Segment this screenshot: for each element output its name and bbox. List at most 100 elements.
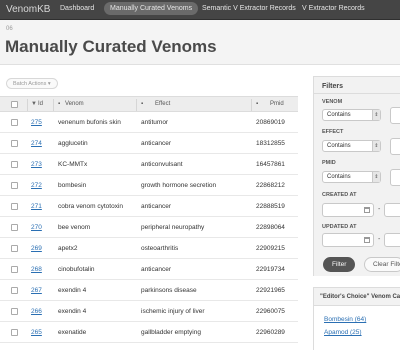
nav-semantic-v-extractor-records[interactable]: Semantic V Extractor Records [202, 5, 296, 12]
row-venom: cinobufotalin [58, 266, 95, 273]
table-row[interactable]: 269 apetx2 osteoarthritis 22909215 [0, 238, 298, 259]
venom-filter-input[interactable] [390, 107, 400, 124]
row-pmid: 22909215 [256, 245, 285, 252]
row-pmid: 22898064 [256, 224, 285, 231]
row-effect: gallbladder emptying [141, 329, 201, 336]
row-id-link[interactable]: 267 [31, 287, 42, 294]
table-row[interactable]: 272 bombesin growth hormone secretion 22… [0, 175, 298, 196]
row-effect: ischemic injury of liver [141, 308, 205, 315]
pmid-filter-operator-select[interactable]: Contains ⇕ [322, 171, 381, 183]
row-venom: exenatide [58, 329, 87, 336]
row-checkbox[interactable] [11, 329, 18, 336]
effect-filter-operator-value: Contains [327, 143, 351, 149]
row-checkbox[interactable] [11, 266, 18, 273]
table-row[interactable]: 270 bee venom peripheral neuropathy 2289… [0, 217, 298, 238]
calendar-icon[interactable] [364, 237, 370, 243]
row-pmid: 16457861 [256, 161, 285, 168]
select-all-checkbox[interactable] [11, 101, 18, 108]
table-row[interactable]: 266 exendin 4 ischemic injury of liver 2… [0, 301, 298, 322]
range-separator: - [378, 236, 381, 243]
venom-filter-operator-select[interactable]: Contains ⇕ [322, 109, 381, 121]
row-effect: growth hormone secretion [141, 182, 217, 189]
row-id-link[interactable]: 272 [31, 182, 42, 189]
row-pmid: 22960075 [256, 308, 285, 315]
breadcrumb[interactable]: 06 [6, 26, 13, 32]
effect-filter-input[interactable] [390, 138, 400, 155]
created-at-to-date[interactable] [384, 203, 400, 217]
row-id-link[interactable]: 269 [31, 245, 42, 252]
effect-filter-operator-select[interactable]: Contains ⇕ [322, 140, 381, 152]
column-header-venom[interactable]: Venom [65, 101, 84, 107]
table-row[interactable]: 271 cobra venom cytotoxin anticancer 228… [0, 196, 298, 217]
updated-at-from-date[interactable] [322, 233, 374, 247]
row-effect: anticonvulsant [141, 161, 183, 168]
divider [314, 93, 400, 94]
row-venom: bombesin [58, 182, 87, 189]
column-header-effect[interactable]: Effect [155, 101, 170, 107]
venom-filter-label: VENOM [322, 99, 343, 105]
row-checkbox[interactable] [11, 161, 18, 168]
column-header-id[interactable]: Id [38, 101, 43, 107]
created-at-from-date[interactable] [322, 203, 374, 217]
row-venom: bee venom [58, 224, 91, 231]
column-divider [136, 99, 137, 111]
row-id-link[interactable]: 268 [31, 266, 42, 273]
pmid-filter-label: PMID [322, 160, 336, 166]
row-checkbox[interactable] [11, 140, 18, 147]
row-id-link[interactable]: 266 [31, 308, 42, 315]
pmid-filter-input[interactable] [390, 169, 400, 186]
nav-manually-curated-venoms[interactable]: Manually Curated Venoms [104, 2, 199, 15]
row-checkbox[interactable] [11, 224, 18, 231]
row-checkbox[interactable] [11, 308, 18, 315]
filter-button[interactable]: Filter [323, 257, 356, 272]
table-row[interactable]: 267 exendin 4 parkinsons disease 2292196… [0, 280, 298, 301]
sort-down-icon[interactable]: ▼ [31, 101, 37, 107]
row-checkbox[interactable] [11, 203, 18, 210]
row-id-link[interactable]: 275 [31, 119, 42, 126]
row-id-link[interactable]: 271 [31, 203, 42, 210]
row-checkbox[interactable] [11, 119, 18, 126]
row-effect: anticancer [141, 203, 171, 210]
column-header-pmid[interactable]: Pmid [270, 101, 284, 107]
sort-icon: ▪ [256, 101, 259, 107]
row-effect: anticancer [141, 266, 171, 273]
row-id-link[interactable]: 270 [31, 224, 42, 231]
calendar-icon[interactable] [364, 207, 370, 213]
editors-choice-title: "Editor's Choice" Venom Categories [314, 288, 400, 306]
row-effect: peripheral neuropathy [141, 224, 205, 231]
nav-dashboard[interactable]: Dashboard [60, 5, 94, 12]
batch-actions-button[interactable]: Batch Actions ▾ [6, 78, 58, 89]
row-checkbox[interactable] [11, 245, 18, 252]
effect-filter-label: EFFECT [322, 129, 344, 135]
table-header: ▼ Id ▪ Venom ▪ Effect ▪ Pmid [0, 96, 298, 112]
row-pmid: 22921965 [256, 287, 285, 294]
row-checkbox[interactable] [11, 182, 18, 189]
editors-choice-panel: "Editor's Choice" Venom Categories Bombe… [313, 287, 400, 350]
page-header: 06 Manually Curated Venoms [0, 20, 400, 65]
table-row[interactable]: 265 exenatide gallbladder emptying 22960… [0, 322, 298, 343]
row-id-link[interactable]: 274 [31, 140, 42, 147]
row-pmid: 22868212 [256, 182, 285, 189]
nav-v-extractor-records[interactable]: V Extractor Records [302, 5, 365, 12]
row-pmid: 22888519 [256, 203, 285, 210]
brand-logo[interactable]: VenomKB [6, 4, 50, 15]
row-effect: anticancer [141, 140, 171, 147]
table-row[interactable]: 274 agglucetin anticancer 18312855 [0, 133, 298, 154]
table-row[interactable]: 273 KC-MMTx anticonvulsant 16457861 [0, 154, 298, 175]
row-id-link[interactable]: 273 [31, 161, 42, 168]
updated-at-to-date[interactable] [384, 233, 400, 247]
row-effect: parkinsons disease [141, 287, 197, 294]
row-id-link[interactable]: 265 [31, 329, 42, 336]
row-venom: cobra venom cytotoxin [58, 203, 124, 210]
row-venom: apetx2 [58, 245, 78, 252]
row-pmid: 20869019 [256, 119, 285, 126]
created-at-label: CREATED AT [322, 192, 357, 198]
row-checkbox[interactable] [11, 287, 18, 294]
venom-filter-operator-value: Contains [327, 112, 351, 118]
table-row[interactable]: 275 venenum bufonis skin antitumor 20869… [0, 112, 298, 133]
clear-filters-button[interactable]: Clear Filters [364, 257, 400, 272]
category-link[interactable]: Apamod (25) [324, 329, 362, 336]
table-row[interactable]: 268 cinobufotalin anticancer 22919734 [0, 259, 298, 280]
category-link[interactable]: Bombesin (64) [324, 316, 366, 323]
filters-title: Filters [322, 83, 344, 90]
